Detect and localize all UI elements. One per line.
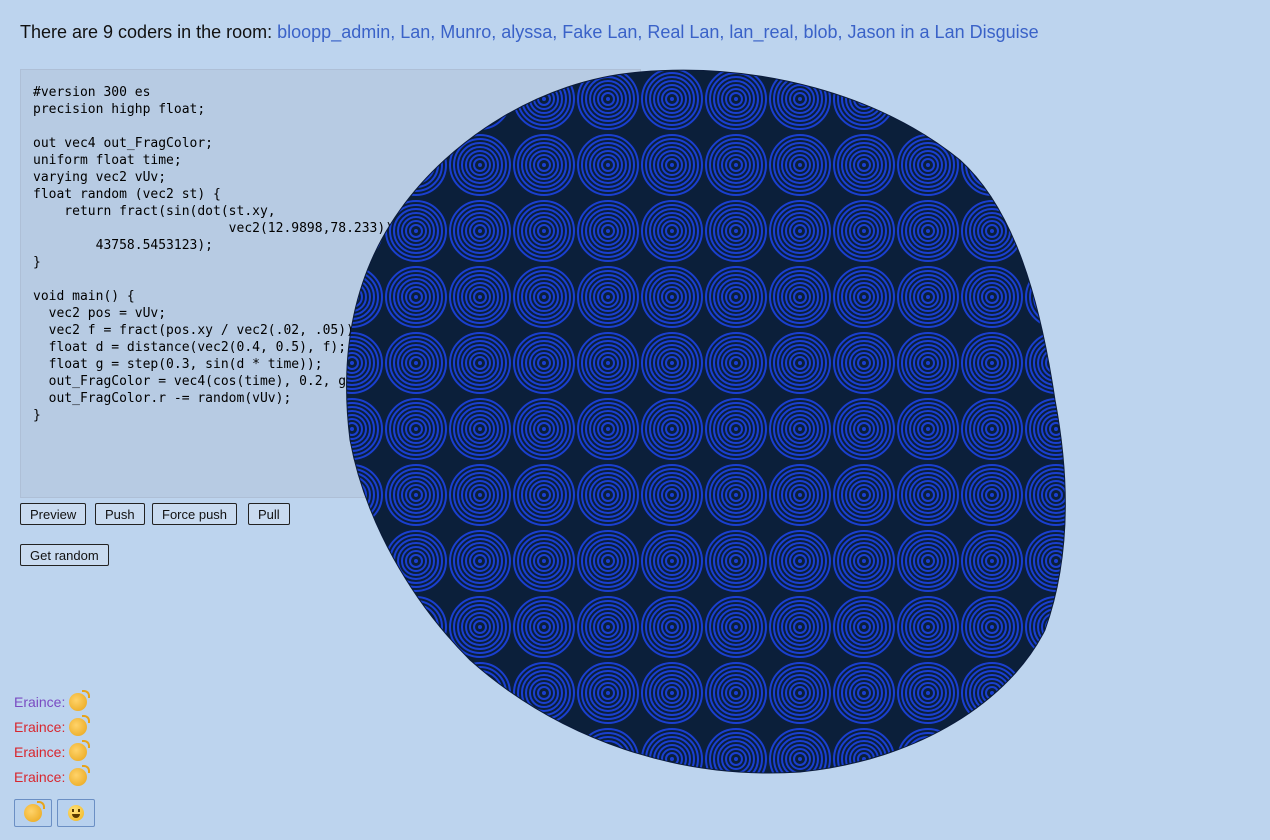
clapping-hands-icon bbox=[69, 689, 91, 711]
force-push-button[interactable]: Force push bbox=[152, 503, 238, 525]
chat-message: Eraince: bbox=[14, 689, 91, 714]
chat-message: Eraince: bbox=[14, 764, 91, 789]
chat-message: Eraince: bbox=[14, 714, 91, 739]
chat-username: Eraince: bbox=[14, 718, 66, 735]
preview-button[interactable]: Preview bbox=[20, 503, 87, 525]
get-random-button[interactable]: Get random bbox=[20, 544, 109, 566]
chat-username: Eraince: bbox=[14, 743, 66, 760]
shader-code-editor[interactable]: #version 300 es precision highp float; o… bbox=[20, 69, 641, 498]
chat-username: Eraince: bbox=[14, 768, 66, 785]
clapping-hands-icon bbox=[69, 739, 91, 761]
push-button[interactable]: Push bbox=[95, 503, 145, 525]
grinning-face-icon bbox=[68, 805, 84, 821]
shader-code[interactable]: #version 300 es precision highp float; o… bbox=[33, 84, 628, 424]
pull-button[interactable]: Pull bbox=[248, 503, 290, 525]
chat-message: Eraince: bbox=[14, 739, 91, 764]
room-header: There are 9 coders in the room: bloopp_a… bbox=[20, 22, 1039, 43]
clapping-hands-icon bbox=[69, 714, 91, 736]
coder-list: bloopp_admin, Lan, Munro, alyssa, Fake L… bbox=[277, 22, 1039, 42]
clapping-hands-icon bbox=[24, 801, 45, 822]
clapping-hands-icon bbox=[69, 764, 91, 786]
chat-log: Eraince: Eraince: Eraince: Eraince: bbox=[14, 689, 91, 789]
room-header-prefix: There are 9 coders in the room: bbox=[20, 22, 273, 42]
clap-reaction-button[interactable] bbox=[14, 799, 52, 827]
smile-reaction-button[interactable] bbox=[57, 799, 95, 827]
chat-username: Eraince: bbox=[14, 693, 66, 710]
resize-handle-icon[interactable] bbox=[630, 487, 638, 495]
